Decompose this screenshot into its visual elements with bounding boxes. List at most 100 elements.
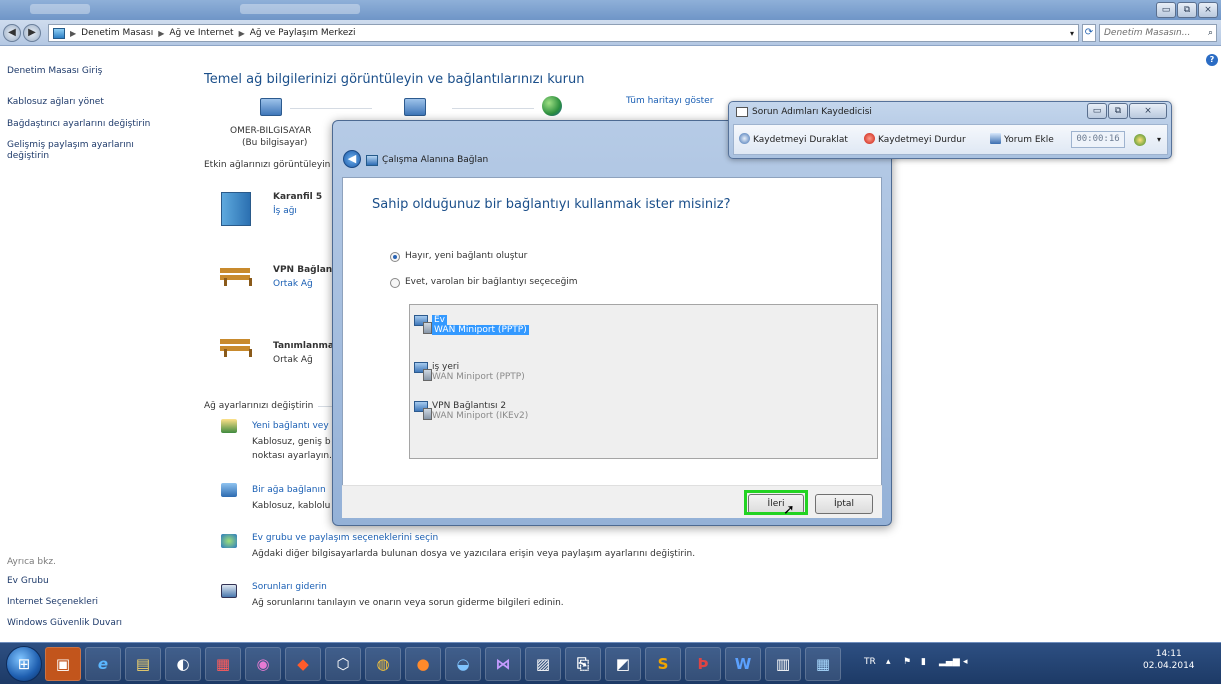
maximize-button[interactable]: ⧉ (1177, 2, 1197, 18)
taskbar-app-icon[interactable]: ▥ (765, 647, 801, 681)
comment-label: Yorum Ekle (1004, 135, 1054, 145)
flag-icon[interactable]: ⚑ (903, 657, 911, 667)
page-title: Temel ağ bilgilerinizi görüntüleyin ve b… (204, 72, 585, 87)
word-icon[interactable]: W (725, 647, 761, 681)
add-comment-button[interactable]: Yorum Ekle (990, 133, 1054, 145)
list-item[interactable]: VPN Bağlantısı 2 WAN Miniport (IKEv2) (432, 401, 528, 421)
breadcrumb-item[interactable]: Ağ ve Internet (169, 28, 233, 38)
task-title-link[interactable]: Bir ağa bağlanın (252, 485, 326, 495)
task-title-link[interactable]: Yeni bağlantı vey (252, 421, 329, 431)
connection-name: Ev (432, 315, 448, 325)
vpn-connection-icon (414, 362, 434, 382)
network-icon (404, 98, 426, 116)
taskbar-app-icon[interactable]: ⬡ (325, 647, 361, 681)
recorder-maximize-button[interactable]: ⧉ (1108, 103, 1128, 119)
taskbar-app-icon[interactable]: ◐ (165, 647, 201, 681)
taskbar-app-icon[interactable]: ◉ (245, 647, 281, 681)
folder-icon[interactable]: ▤ (125, 647, 161, 681)
sidebar-item-control-panel-home[interactable]: Denetim Masası Giriş (7, 66, 102, 77)
sidebar-item-manage-wireless[interactable]: Kablosuz ağları yönet (7, 97, 104, 108)
sidebar-item-advanced-sharing[interactable]: Gelişmiş paylaşım ayarlarını (7, 140, 134, 151)
title-blur (240, 4, 360, 14)
sidebar-item-internet-options[interactable]: Internet Seçenekleri (7, 597, 98, 608)
clock[interactable]: 14:11 02.04.2014 (1143, 648, 1195, 672)
taskbar-app-icon[interactable]: ▣ (45, 647, 81, 681)
firefox-icon[interactable]: ● (405, 647, 441, 681)
taskbar-app-icon[interactable]: Þ (685, 647, 721, 681)
network-name: Tanımlanma (273, 341, 334, 351)
taskbar-app-icon[interactable]: ▦ (205, 647, 241, 681)
radio-label[interactable]: Hayır, yeni bağlantı oluştur (405, 251, 527, 261)
taskbar-app-icon[interactable]: ⎘ (565, 647, 601, 681)
taskbar-app-icon[interactable]: S (645, 647, 681, 681)
network-name: VPN Bağlant (273, 265, 337, 275)
help-options-icon[interactable] (1134, 134, 1146, 146)
new-connection-icon (221, 419, 237, 433)
clock-time: 14:11 (1155, 649, 1182, 659)
show-hidden-icons-icon[interactable]: ▴ (886, 657, 891, 667)
title-blur (30, 4, 90, 14)
task-desc: noktası ayarlayın. (252, 451, 332, 461)
radio-label[interactable]: Evet, varolan bir bağlantıyı seçeceğim (405, 277, 578, 287)
pause-recording-button[interactable]: Kaydetmeyi Duraklat (739, 133, 848, 145)
dialog-title: Çalışma Alanına Bağlan (382, 155, 489, 165)
steps-recorder-taskbar-icon[interactable]: ▦ (805, 647, 841, 681)
breadcrumb-item[interactable]: Ağ ve Paylaşım Merkezi (250, 28, 356, 38)
search-placeholder: Denetim Masasın... (1104, 28, 1191, 38)
chevron-right-icon: ▶ (238, 28, 245, 38)
taskbar-app-icon[interactable]: ▨ (525, 647, 561, 681)
list-item[interactable]: iş yeri WAN Miniport (PPTP) (432, 362, 525, 382)
full-map-link[interactable]: Tüm haritayı göster (626, 96, 713, 106)
list-item[interactable]: Ev WAN Miniport (PPTP) (432, 315, 529, 335)
chevron-down-icon[interactable]: ▾ (1157, 135, 1161, 144)
radio-existing-connection[interactable] (390, 278, 400, 288)
power-icon[interactable]: ▮ (921, 657, 926, 667)
sidebar-item-advanced-sharing-2[interactable]: değiştirin (7, 151, 49, 162)
back-icon[interactable]: ◀ (3, 24, 21, 42)
cancel-button[interactable]: İptal (815, 494, 873, 514)
sidebar-item-adapter-settings[interactable]: Bağdaştırıcı ayarlarını değiştirin (7, 119, 150, 130)
minimize-button[interactable]: ▭ (1156, 2, 1176, 18)
chrome-icon[interactable]: ◍ (365, 647, 401, 681)
signal-icon[interactable]: ▂▄▆ (939, 657, 960, 667)
network-type-link[interactable]: Ortak Ağ (273, 279, 313, 289)
taskbar-app-icon[interactable]: ◩ (605, 647, 641, 681)
sidebar-item-firewall[interactable]: Windows Güvenlik Duvarı (7, 618, 122, 629)
breadcrumb-item[interactable]: Denetim Masası (81, 28, 153, 38)
stop-label: Kaydetmeyi Durdur (878, 135, 966, 145)
task-desc: Ağdaki diğer bilgisayarlarda bulunan dos… (252, 549, 696, 559)
search-icon[interactable]: ⌕ (1208, 25, 1213, 41)
chevron-down-icon[interactable]: ▾ (1070, 29, 1074, 38)
taskbar-app-icon[interactable]: ◒ (445, 647, 481, 681)
task-title-link[interactable]: Ev grubu ve paylaşım seçeneklerini seçin (252, 533, 438, 543)
recorder-app-icon (736, 107, 748, 117)
help-icon[interactable]: ? (1206, 54, 1218, 66)
forward-icon[interactable]: ▶ (23, 24, 41, 42)
task-desc: Ağ sorunlarını tanılayın ve onarın veya … (252, 598, 564, 608)
internet-explorer-icon[interactable]: e (85, 647, 121, 681)
window-title-bar[interactable]: ▭ ⧉ ⨯ (0, 0, 1221, 20)
stop-recording-button[interactable]: Kaydetmeyi Durdur (864, 133, 966, 145)
network-line (452, 108, 534, 109)
sidebar-item-homegroup[interactable]: Ev Grubu (7, 576, 49, 587)
network-type-link[interactable]: İş ağı (273, 206, 297, 216)
back-arrow-icon[interactable]: ◀ (343, 150, 361, 168)
language-indicator[interactable]: TR (864, 657, 876, 667)
breadcrumb[interactable]: ▶ Denetim Masası ▶ Ağ ve Internet ▶ Ağ v… (48, 24, 1079, 42)
visual-studio-icon[interactable]: ⋈ (485, 647, 521, 681)
refresh-icon[interactable]: ⟳ (1082, 24, 1096, 42)
start-button[interactable]: ⊞ (6, 646, 42, 682)
control-panel-icon (53, 27, 65, 39)
taskbar-app-icon[interactable]: ◆ (285, 647, 321, 681)
taskbar: ⊞ ▣ e ▤ ◐ ▦ ◉ ◆ ⬡ ◍ ● ◒ ⋈ ▨ ⎘ ◩ S Þ W ▥ … (0, 642, 1221, 684)
close-button[interactable]: ⨯ (1198, 2, 1218, 18)
radio-new-connection[interactable] (390, 252, 400, 262)
workplace-icon (366, 155, 378, 166)
task-title-link[interactable]: Sorunları giderin (252, 582, 327, 592)
troubleshoot-icon (221, 584, 237, 598)
volume-icon[interactable]: ◂ (963, 657, 968, 667)
search-input[interactable]: Denetim Masasın... ⌕ (1099, 24, 1217, 42)
see-also-title: Ayrıca bkz. (7, 557, 56, 567)
recorder-minimize-button[interactable]: ▭ (1087, 103, 1107, 119)
recorder-close-button[interactable]: ⨯ (1129, 103, 1167, 119)
